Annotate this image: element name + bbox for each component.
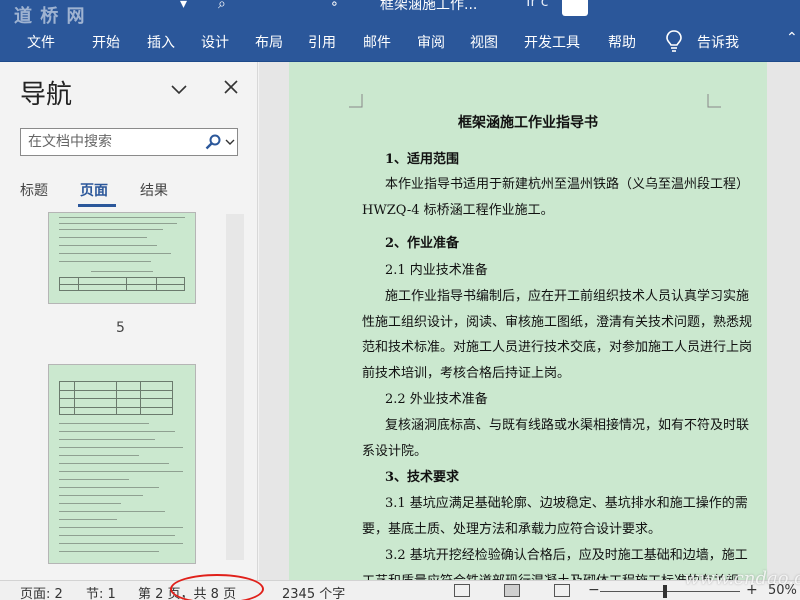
tab-pages[interactable]: 页面 xyxy=(80,180,108,200)
search-options-icon[interactable] xyxy=(225,135,235,149)
tab-view[interactable]: 视图 xyxy=(470,32,498,52)
tab-results[interactable]: 结果 xyxy=(140,180,168,200)
thumbnail-table xyxy=(59,381,173,415)
search-box xyxy=(20,128,238,156)
paragraph-line: 范和技术标准。对施工人员进行技术交底，对参加施工人员进行上岗 xyxy=(362,340,753,355)
paragraph-line: 前技术培训，考核合格后持证上岗。 xyxy=(362,366,571,381)
watermark-bottom: www.cndao.com xyxy=(684,568,800,589)
paragraph-line: 本作业指导书适用于新建杭州至温州铁路（义乌至温州段工程） xyxy=(385,177,750,192)
zoom-slider[interactable] xyxy=(600,591,740,592)
tab-file[interactable]: 文件 xyxy=(27,32,55,52)
close-icon[interactable] xyxy=(222,78,240,96)
paragraph-line: 性施工组织设计，阅读、审核施工图纸，澄清有关技术问题，熟悉规 xyxy=(362,315,753,330)
print-preview-icon[interactable]: ⌕ xyxy=(218,0,226,12)
document-scrollbar[interactable] xyxy=(775,62,800,580)
section-heading: 2、作业准备 xyxy=(385,236,460,251)
word-window: 道 桥 网 ▾ ⌕ ∘ 框架涵施工作... Tr c 文件 开始 插入 设计 布… xyxy=(0,0,800,600)
tab-headings[interactable]: 标题 xyxy=(20,180,48,200)
navigation-pane: 导航 标题 页面 结果 xyxy=(4,62,258,580)
active-tab-indicator xyxy=(78,204,116,207)
nav-scrollbar[interactable] xyxy=(226,214,244,560)
page-thumbnail[interactable] xyxy=(48,212,196,304)
tab-developer[interactable]: 开发工具 xyxy=(524,32,580,52)
paragraph-line: 系设计院。 xyxy=(362,444,428,459)
status-page[interactable]: 页面: 2 xyxy=(20,583,63,600)
ribbon-overflow-icon[interactable]: ⌃ xyxy=(786,30,798,46)
page-thumbnail[interactable] xyxy=(48,364,196,564)
read-mode-icon[interactable] xyxy=(454,584,470,597)
tab-mailings[interactable]: 邮件 xyxy=(363,32,391,52)
zoom-slider-handle[interactable] xyxy=(663,585,667,598)
save-icon[interactable]: ▾ xyxy=(180,0,187,12)
web-layout-icon[interactable] xyxy=(554,584,570,597)
highlight-ring xyxy=(170,574,264,600)
page-thumbnails: 5 xyxy=(4,212,258,580)
tab-insert[interactable]: 插入 xyxy=(147,32,175,52)
paragraph-line: 施工作业指导书编制后，应在开工前组织技术人员认真学习实施 xyxy=(385,289,750,304)
margin-corner-marker xyxy=(349,94,363,108)
paragraph-line: 复核涵洞底标高、与既有线路或水渠相接情况，如有不符及时联 xyxy=(385,418,750,433)
title-bar: ▾ ⌕ ∘ 框架涵施工作... Tr c xyxy=(0,0,800,16)
tab-help[interactable]: 帮助 xyxy=(608,32,636,52)
thumbnail-table xyxy=(59,277,185,291)
lightbulb-icon[interactable] xyxy=(664,29,684,53)
paragraph-line: HWZQ-4 标桥涵工程作业施工。 xyxy=(362,203,554,218)
document-area: 框架涵施工作业指导书 1、适用范围 本作业指导书适用于新建杭州至温州铁路（义乌至… xyxy=(259,62,800,580)
subsection-heading: 2.1 内业技术准备 xyxy=(385,263,488,278)
thumbnail-page-number: 5 xyxy=(116,320,125,336)
status-bar: 页面: 2 节: 1 第 2 页，共 8 页 2345 个字 − + 50% xyxy=(0,574,800,600)
tell-me-box[interactable]: 告诉我 xyxy=(697,32,739,52)
margin-corner-marker xyxy=(707,94,721,108)
watermark-top: 道 桥 网 xyxy=(14,6,86,27)
nav-title: 导航 xyxy=(20,80,73,110)
chevron-down-icon[interactable] xyxy=(170,80,188,98)
paragraph-line: 3.2 基坑开挖经检验确认合格后，应及时施工基础和边墙，施工 xyxy=(385,548,748,563)
zoom-out-icon[interactable]: − xyxy=(588,582,600,598)
print-layout-icon[interactable] xyxy=(504,584,520,597)
section-heading: 1、适用范围 xyxy=(385,152,460,167)
tab-review[interactable]: 审阅 xyxy=(417,32,445,52)
ribbon-tabs: 文件 开始 插入 设计 布局 引用 邮件 审阅 视图 开发工具 帮助 告诉我 ⌃ xyxy=(0,16,800,62)
document-heading: 框架涵施工作业指导书 xyxy=(458,115,598,131)
paragraph-line: 3.1 基坑应满足基础轮廓、边坡稳定、基坑排水和施工操作的需 xyxy=(385,496,748,511)
document-title: 框架涵施工作... xyxy=(380,0,478,13)
tab-layout[interactable]: 布局 xyxy=(255,32,283,52)
paragraph-line: 要，基底土质、处理方法和承载力应符合设计要求。 xyxy=(362,522,662,537)
status-word-count[interactable]: 2345 个字 xyxy=(282,583,345,600)
user-avatar[interactable] xyxy=(562,0,588,16)
tab-design[interactable]: 设计 xyxy=(201,32,229,52)
document-page[interactable]: 框架涵施工作业指导书 1、适用范围 本作业指导书适用于新建杭州至温州铁路（义乌至… xyxy=(289,62,767,580)
search-icon[interactable] xyxy=(205,134,221,150)
status-section[interactable]: 节: 1 xyxy=(86,583,116,600)
user-name: Tr c xyxy=(524,0,549,10)
subsection-heading: 2.2 外业技术准备 xyxy=(385,392,488,407)
search-input[interactable] xyxy=(21,129,199,155)
section-heading: 3、技术要求 xyxy=(385,470,460,485)
customize-toolbar-icon[interactable]: ∘ xyxy=(330,0,339,12)
tab-home[interactable]: 开始 xyxy=(92,32,120,52)
tab-references[interactable]: 引用 xyxy=(308,32,336,52)
paragraph-line: 工艺和质量应符合铁道部现行混凝土及砌体工程施工标准的有关规 xyxy=(362,570,739,580)
